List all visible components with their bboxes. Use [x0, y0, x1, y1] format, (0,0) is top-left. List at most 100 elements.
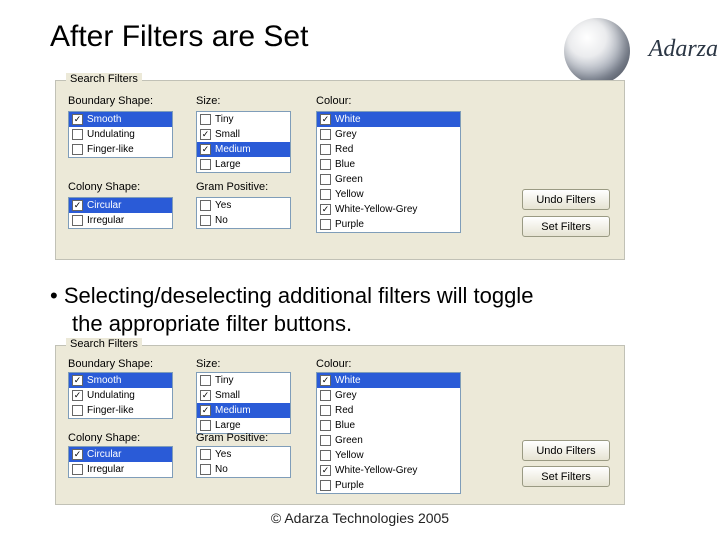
checkbox-icon[interactable]	[320, 390, 331, 401]
list-item[interactable]: Red	[317, 403, 460, 418]
checkbox-icon[interactable]	[200, 215, 211, 226]
list-item[interactable]: ✓ Smooth	[69, 112, 172, 127]
checkbox-icon[interactable]	[320, 189, 331, 200]
checkbox-icon[interactable]	[200, 200, 211, 211]
colour-listbox[interactable]: ✓WhiteGreyRedBlueGreenYellow✓White-Yello…	[316, 111, 461, 233]
list-item[interactable]: Green	[317, 172, 460, 187]
list-item[interactable]: No	[197, 213, 290, 228]
size-listbox[interactable]: Tiny✓Small✓MediumLarge	[196, 111, 291, 173]
checkbox-icon[interactable]: ✓	[72, 390, 83, 401]
list-item[interactable]: ✓ Smooth	[69, 373, 172, 388]
checkbox-icon[interactable]	[72, 405, 83, 416]
list-item[interactable]: Purple	[317, 478, 460, 493]
colony-listbox-2[interactable]: ✓CircularIrregular	[68, 446, 173, 478]
size-listbox-2[interactable]: Tiny✓Small✓MediumLarge	[196, 372, 291, 434]
search-filters-panel-bottom: Search Filters Boundary Shape: ✓Smooth✓U…	[55, 345, 625, 505]
checkbox-icon[interactable]: ✓	[320, 465, 331, 476]
list-item[interactable]: Blue	[317, 418, 460, 433]
checkbox-icon[interactable]: ✓	[200, 129, 211, 140]
colour-listbox-2[interactable]: ✓ WhiteGreyRedBlueGreenYellow✓White-Yello…	[316, 372, 461, 494]
list-item[interactable]: Large	[197, 157, 290, 172]
list-item[interactable]: ✓ White	[317, 373, 460, 388]
list-item[interactable]: Irregular	[69, 213, 172, 228]
checkbox-icon[interactable]	[72, 215, 83, 226]
list-item[interactable]: Irregular	[69, 462, 172, 477]
list-item[interactable]: Red	[317, 142, 460, 157]
colour-label: Colour:	[316, 95, 351, 107]
checkbox-icon[interactable]	[320, 480, 331, 491]
checkbox-icon[interactable]	[320, 435, 331, 446]
list-item[interactable]: ✓Small	[197, 127, 290, 142]
boundary-listbox[interactable]: ✓ SmoothUndulatingFinger-like	[68, 111, 173, 158]
checkbox-icon[interactable]: ✓	[72, 114, 83, 125]
list-item[interactable]: Green	[317, 433, 460, 448]
checkbox-icon[interactable]	[200, 420, 211, 431]
list-item[interactable]: Undulating	[69, 127, 172, 142]
list-item[interactable]: ✓ Circular	[69, 198, 172, 213]
list-item[interactable]: ✓Circular	[69, 447, 172, 462]
list-item-label: White	[335, 373, 361, 388]
list-item-label: Circular	[87, 198, 121, 213]
list-item[interactable]: No	[197, 462, 290, 477]
checkbox-icon[interactable]	[200, 464, 211, 475]
list-item[interactable]: Yellow	[317, 187, 460, 202]
colony-listbox[interactable]: ✓ CircularIrregular	[68, 197, 173, 229]
checkbox-icon[interactable]: ✓	[200, 390, 211, 401]
checkbox-icon[interactable]: ✓	[200, 405, 211, 416]
checkbox-icon[interactable]: ✓	[72, 449, 83, 460]
gram-listbox-2[interactable]: YesNo	[196, 446, 291, 478]
checkbox-icon[interactable]: ✓	[320, 114, 331, 125]
list-item[interactable]: ✓Small	[197, 388, 290, 403]
list-item-label: Finger-like	[87, 142, 134, 157]
list-item[interactable]: ✓Medium	[197, 403, 290, 418]
list-item[interactable]: Finger-like	[69, 142, 172, 157]
checkbox-icon[interactable]: ✓	[72, 375, 83, 386]
checkbox-icon[interactable]	[320, 450, 331, 461]
checkbox-icon[interactable]	[200, 375, 211, 386]
list-item-label: Smooth	[87, 373, 121, 388]
set-filters-button[interactable]: Set Filters	[522, 216, 610, 237]
checkbox-icon[interactable]	[320, 159, 331, 170]
checkbox-icon[interactable]	[320, 420, 331, 431]
checkbox-icon[interactable]	[320, 405, 331, 416]
checkbox-icon[interactable]	[320, 129, 331, 140]
list-item[interactable]: ✓ Undulating	[69, 388, 172, 403]
checkbox-icon[interactable]	[72, 464, 83, 475]
list-item[interactable]: Yellow	[317, 448, 460, 463]
set-filters-button-2[interactable]: Set Filters	[522, 466, 610, 487]
checkbox-icon[interactable]: ✓	[320, 375, 331, 386]
size-label: Size:	[196, 95, 220, 107]
list-item[interactable]: ✓Medium	[197, 142, 290, 157]
checkbox-icon[interactable]	[320, 174, 331, 185]
undo-filters-button[interactable]: Undo Filters	[522, 189, 610, 210]
checkbox-icon[interactable]: ✓	[72, 200, 83, 211]
list-item[interactable]: Yes	[197, 447, 290, 462]
checkbox-icon[interactable]: ✓	[320, 204, 331, 215]
checkbox-icon[interactable]	[72, 144, 83, 155]
list-item-label: Undulating	[87, 388, 135, 403]
list-item[interactable]: Yes	[197, 198, 290, 213]
checkbox-icon[interactable]	[200, 159, 211, 170]
undo-filters-button-2[interactable]: Undo Filters	[522, 440, 610, 461]
gram-listbox[interactable]: YesNo	[196, 197, 291, 229]
list-item[interactable]: ✓White-Yellow-Grey	[317, 202, 460, 217]
list-item[interactable]: Tiny	[197, 373, 290, 388]
checkbox-icon[interactable]	[200, 449, 211, 460]
list-item[interactable]: Large	[197, 418, 290, 433]
checkbox-icon[interactable]	[200, 114, 211, 125]
checkbox-icon[interactable]	[320, 219, 331, 230]
checkbox-icon[interactable]	[320, 144, 331, 155]
list-item[interactable]: ✓White	[317, 112, 460, 127]
checkbox-icon[interactable]	[72, 129, 83, 140]
list-item[interactable]: Grey	[317, 127, 460, 142]
list-item[interactable]: Purple	[317, 217, 460, 232]
boundary-listbox-2[interactable]: ✓ Smooth ✓ UndulatingFinger-like	[68, 372, 173, 419]
list-item[interactable]: Finger-like	[69, 403, 172, 418]
page-title: After Filters are Set	[50, 20, 308, 54]
list-item[interactable]: Grey	[317, 388, 460, 403]
list-item-label: Smooth	[87, 112, 121, 127]
list-item[interactable]: Blue	[317, 157, 460, 172]
list-item[interactable]: Tiny	[197, 112, 290, 127]
checkbox-icon[interactable]: ✓	[200, 144, 211, 155]
list-item[interactable]: ✓White-Yellow-Grey	[317, 463, 460, 478]
